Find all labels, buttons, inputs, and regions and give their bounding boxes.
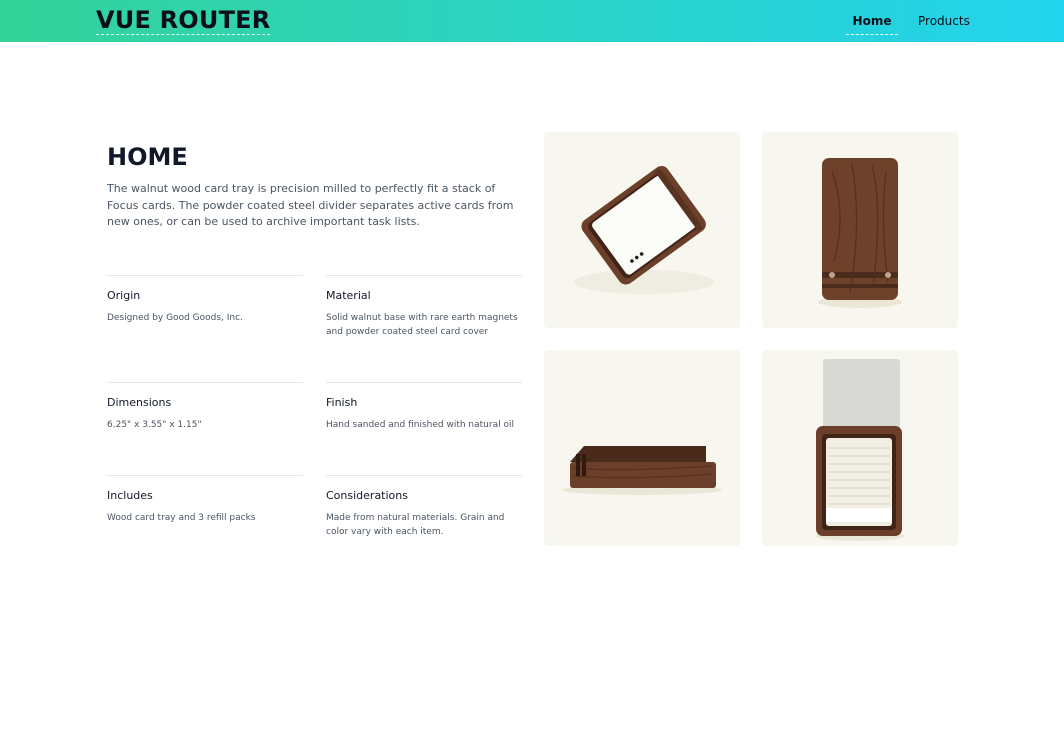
spec-label: Origin bbox=[107, 289, 141, 302]
walnut-tray-side-image bbox=[544, 350, 740, 546]
spec-value: Solid walnut base with rare earth magnet… bbox=[326, 313, 518, 337]
nav-link-products[interactable]: Products bbox=[918, 13, 970, 29]
spec-value: Made from natural materials. Grain and c… bbox=[326, 513, 505, 537]
spec-label: Considerations bbox=[326, 489, 408, 502]
spec-label: Dimensions bbox=[107, 396, 172, 409]
spec-dimensions: Dimensions 6.25" x 3.55" x 1.15" bbox=[107, 382, 303, 430]
walnut-tray-angled-image bbox=[544, 132, 740, 328]
walnut-tray-side-image bbox=[562, 446, 722, 495]
page-title: HOME bbox=[107, 143, 188, 171]
spec-value: Wood card tray and 3 refill packs bbox=[107, 513, 256, 523]
spec-value: Hand sanded and finished with natural oi… bbox=[326, 420, 514, 430]
spec-considerations: Considerations Made from natural materia… bbox=[326, 475, 522, 537]
spec-includes: Includes Wood card tray and 3 refill pac… bbox=[107, 475, 303, 523]
walnut-tray-closed-image bbox=[762, 132, 958, 328]
spec-origin: Origin Designed by Good Goods, Inc. bbox=[107, 275, 303, 323]
top-navigation-bar: VUE ROUTER Home Products bbox=[0, 0, 1064, 42]
spec-material: Material Solid walnut base with rare ear… bbox=[326, 275, 522, 337]
spec-label: Material bbox=[326, 289, 371, 302]
nav-link-home[interactable]: Home bbox=[846, 13, 898, 35]
walnut-tray-open-image bbox=[762, 350, 958, 546]
walnut-tray-angled-image bbox=[574, 166, 714, 294]
spec-label: Includes bbox=[107, 489, 153, 502]
spec-value: Designed by Good Goods, Inc. bbox=[107, 313, 243, 323]
walnut-tray-open-image bbox=[815, 359, 905, 541]
product-description: The walnut wood card tray is precision m… bbox=[107, 182, 514, 228]
spec-label: Finish bbox=[326, 396, 358, 409]
brand-logo-link[interactable]: VUE ROUTER bbox=[96, 6, 271, 35]
spec-finish: Finish Hand sanded and finished with nat… bbox=[326, 382, 522, 430]
walnut-tray-closed-image bbox=[818, 158, 902, 308]
spec-value: 6.25" x 3.55" x 1.15" bbox=[107, 420, 202, 430]
